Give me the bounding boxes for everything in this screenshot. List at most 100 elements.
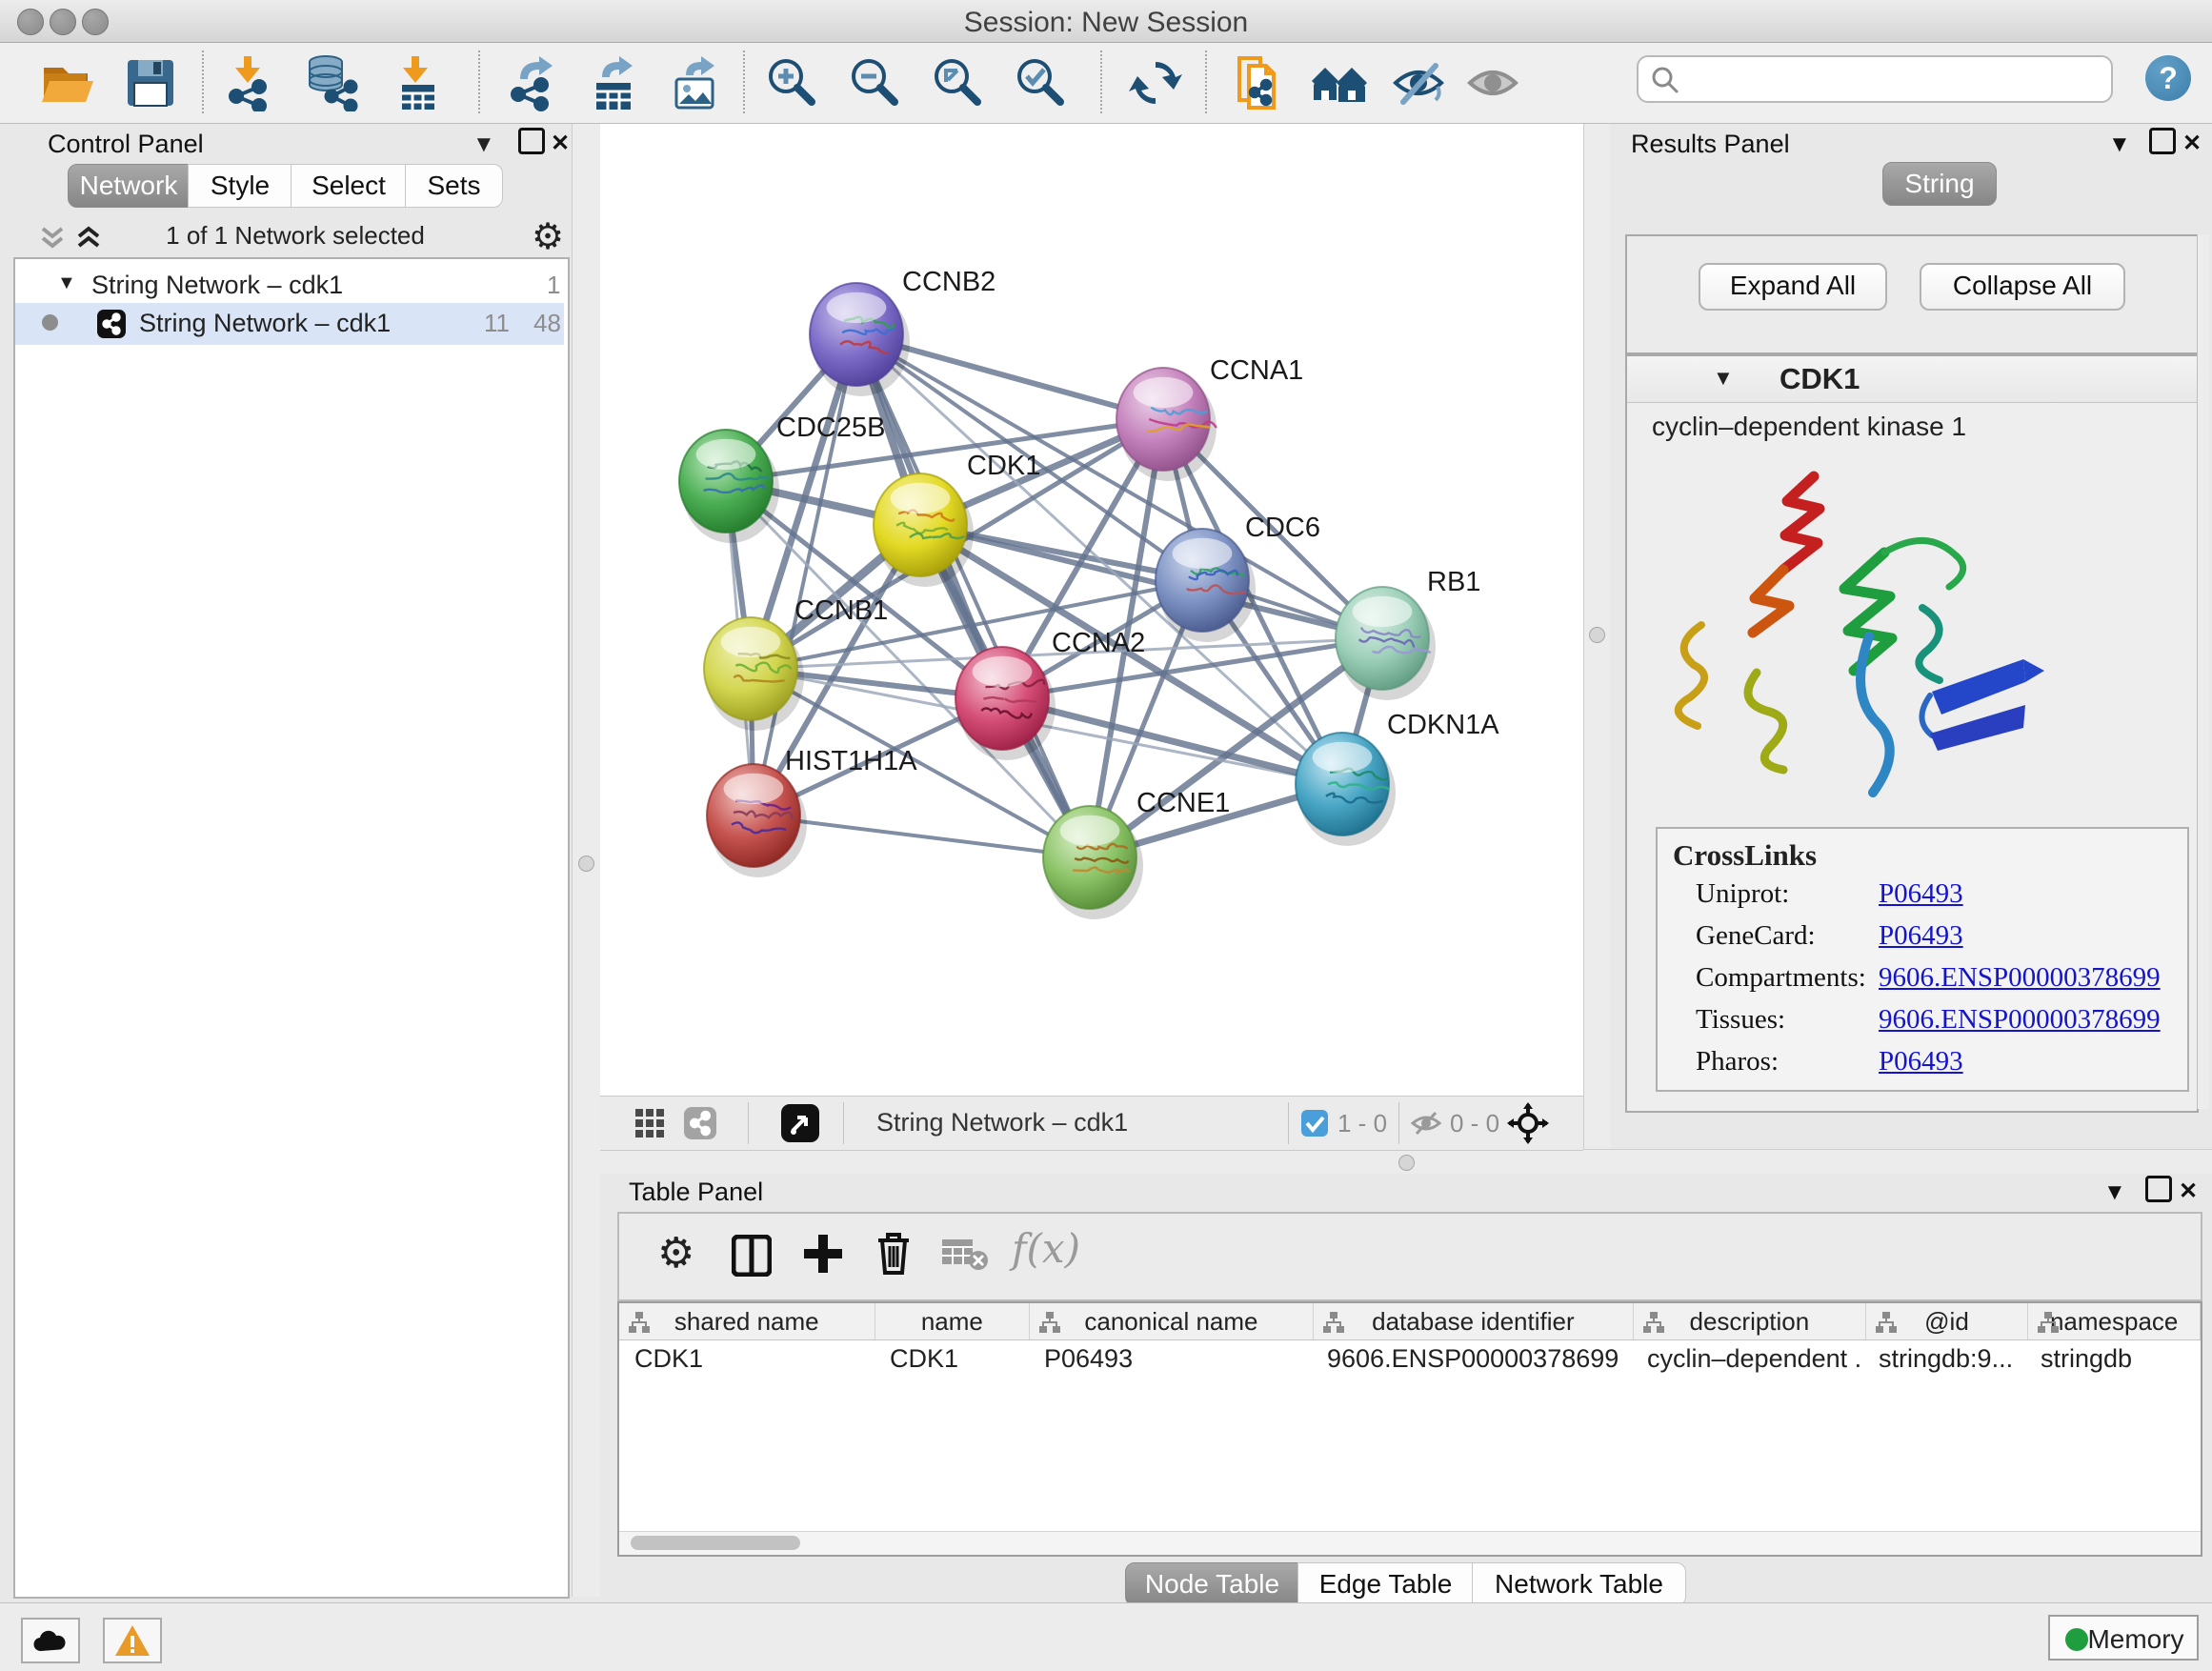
tab-string[interactable]: String bbox=[1882, 162, 1997, 206]
memory-button[interactable]: Memory bbox=[2048, 1615, 2199, 1661]
zoom-selected-icon[interactable] bbox=[1011, 54, 1068, 111]
table-hscrollbar-thumb[interactable] bbox=[631, 1536, 800, 1550]
column-header-canonical-name[interactable]: canonical name bbox=[1030, 1303, 1313, 1339]
table-gear-icon[interactable]: ⚙ bbox=[657, 1229, 694, 1278]
grid-view-icon[interactable] bbox=[634, 1108, 665, 1143]
fit-content-icon[interactable] bbox=[928, 54, 985, 111]
network-canvas[interactable]: CCNB2CCNA1CDC25BCDK1CDC6RB1CCNB1CCNA2CDK… bbox=[600, 124, 1583, 1096]
delete-table-icon[interactable] bbox=[941, 1238, 989, 1276]
table-cell[interactable]: cyclin–dependent ... bbox=[1632, 1339, 1863, 1378]
table-cell[interactable]: CDK1 bbox=[875, 1339, 1029, 1378]
import-network-from-database-icon[interactable] bbox=[303, 54, 360, 111]
protein-header[interactable]: ▼ CDK1 bbox=[1627, 356, 2197, 403]
table-cell[interactable]: stringdb:9... bbox=[1863, 1339, 2025, 1378]
import-network-from-file-icon[interactable] bbox=[221, 54, 278, 111]
tab-network[interactable]: Network bbox=[68, 164, 190, 208]
column-header-description[interactable]: description bbox=[1634, 1303, 1866, 1339]
collapse-panel-icon[interactable]: ▼ bbox=[473, 131, 495, 158]
delete-column-icon[interactable] bbox=[875, 1231, 913, 1281]
zoom-in-icon[interactable] bbox=[762, 54, 819, 111]
crosslink-value-link[interactable]: P06493 bbox=[1879, 1046, 1963, 1077]
table-cell[interactable]: CDK1 bbox=[619, 1339, 875, 1378]
node-CCNE1[interactable]: CCNE1 bbox=[1043, 788, 1230, 919]
collapse-all-icon[interactable] bbox=[38, 223, 67, 256]
column-header-database-identifier[interactable]: database identifier bbox=[1314, 1303, 1634, 1339]
right-splitter-handle[interactable] bbox=[1589, 627, 1605, 643]
left-splitter-handle[interactable] bbox=[578, 856, 594, 872]
results-scrollbar[interactable] bbox=[2197, 234, 2209, 1109]
collapse-all-button[interactable]: Collapse All bbox=[1920, 263, 2125, 311]
table-row[interactable]: CDK1CDK1P064939606.ENSP00000378699cyclin… bbox=[619, 1339, 2201, 1378]
show-all-icon[interactable] bbox=[1464, 54, 1521, 111]
tab-style[interactable]: Style bbox=[188, 164, 292, 208]
right-splitter[interactable] bbox=[1583, 124, 1612, 1149]
houses-icon[interactable] bbox=[1310, 54, 1367, 111]
collapse-panel-icon[interactable]: ▼ bbox=[2103, 1179, 2126, 1206]
table-cell[interactable]: 9606.ENSP00000378699 bbox=[1312, 1339, 1632, 1378]
table-cell[interactable]: P06493 bbox=[1029, 1339, 1312, 1378]
float-panel-icon[interactable] bbox=[2145, 1176, 2172, 1202]
export-network-icon[interactable] bbox=[503, 54, 560, 111]
table-cell[interactable]: stringdb bbox=[2025, 1339, 2197, 1378]
tab-node-table[interactable]: Node Table bbox=[1125, 1562, 1299, 1606]
edge-CCNB2-CCNE1[interactable] bbox=[856, 334, 1090, 857]
clone-network-icon[interactable] bbox=[1230, 54, 1287, 111]
search-input[interactable] bbox=[1688, 61, 2101, 95]
tab-sets[interactable]: Sets bbox=[405, 164, 503, 208]
column-header-name[interactable]: name bbox=[875, 1303, 1031, 1339]
node-RB1[interactable]: RB1 bbox=[1336, 567, 1480, 700]
network-collection-row[interactable]: ▼ String Network – cdk1 1 bbox=[15, 265, 564, 307]
float-panel-icon[interactable] bbox=[518, 128, 545, 154]
warning-status-button[interactable] bbox=[103, 1618, 162, 1663]
tab-edge-table[interactable]: Edge Table bbox=[1297, 1562, 1474, 1606]
function-builder-icon[interactable]: f(x) bbox=[1012, 1225, 1080, 1272]
open-session-icon[interactable] bbox=[38, 54, 95, 111]
close-panel-icon[interactable]: ✕ bbox=[2182, 130, 2202, 157]
node-CDKN1A[interactable]: CDKN1A bbox=[1296, 710, 1499, 846]
export-image-icon[interactable] bbox=[667, 54, 724, 111]
bottom-splitter-handle[interactable] bbox=[1398, 1155, 1415, 1171]
expand-all-icon[interactable] bbox=[74, 223, 103, 256]
hide-selected-icon[interactable] bbox=[1390, 54, 1447, 111]
expand-all-button[interactable]: Expand All bbox=[1699, 263, 1887, 311]
selected-checkbox-icon[interactable] bbox=[1301, 1110, 1328, 1141]
birdseye-view-icon[interactable] bbox=[781, 1104, 819, 1147]
network-row-selected[interactable]: String Network – cdk1 11 48 bbox=[15, 303, 564, 345]
refresh-view-icon[interactable] bbox=[1127, 54, 1184, 111]
save-session-icon[interactable] bbox=[122, 54, 179, 111]
pan-crosshair-icon[interactable] bbox=[1507, 1102, 1549, 1149]
close-panel-icon[interactable]: ✕ bbox=[2179, 1178, 2198, 1205]
network-options-gear-icon[interactable]: ⚙ bbox=[532, 215, 564, 258]
collection-expander-icon[interactable]: ▼ bbox=[57, 272, 76, 294]
crosslink-value-link[interactable]: 9606.ENSP00000378699 bbox=[1879, 1004, 2161, 1036]
node-HIST1H1A[interactable]: HIST1H1A bbox=[707, 746, 917, 877]
tab-select[interactable]: Select bbox=[291, 164, 407, 208]
left-splitter[interactable] bbox=[572, 124, 602, 1597]
column-header--id[interactable]: @id bbox=[1866, 1303, 2029, 1339]
column-header-shared-name[interactable]: shared name bbox=[619, 1303, 875, 1339]
node-CDC6[interactable]: CDC6 bbox=[1156, 513, 1320, 642]
float-panel-icon[interactable] bbox=[2149, 128, 2176, 154]
column-header-namespace[interactable]: namespace bbox=[2028, 1303, 2201, 1339]
hidden-eye-icon[interactable] bbox=[1410, 1109, 1442, 1142]
crosslink-value-link[interactable]: P06493 bbox=[1879, 920, 1963, 952]
zoom-out-icon[interactable] bbox=[845, 54, 902, 111]
cloud-status-button[interactable] bbox=[21, 1618, 80, 1663]
show-columns-icon[interactable] bbox=[732, 1235, 772, 1281]
close-panel-icon[interactable]: ✕ bbox=[551, 130, 570, 157]
protein-expander-icon[interactable]: ▼ bbox=[1713, 366, 1734, 391]
export-table-icon[interactable] bbox=[585, 54, 642, 111]
help-button[interactable]: ? bbox=[2145, 55, 2191, 101]
node-CCNA1[interactable]: CCNA1 bbox=[1116, 355, 1303, 481]
import-table-from-file-icon[interactable] bbox=[389, 54, 446, 111]
network-graph[interactable]: CCNB2CCNA1CDC25BCDK1CDC6RB1CCNB1CCNA2CDK… bbox=[600, 124, 1583, 1096]
bottom-splitter[interactable] bbox=[600, 1149, 2212, 1176]
collapse-panel-icon[interactable]: ▼ bbox=[2108, 131, 2131, 158]
edge-CCNB2-HIST1H1A[interactable] bbox=[754, 334, 856, 815]
tab-network-table[interactable]: Network Table bbox=[1472, 1562, 1686, 1606]
table-hscrollbar[interactable] bbox=[619, 1531, 2201, 1555]
add-column-icon[interactable] bbox=[802, 1233, 844, 1279]
crosslink-value-link[interactable]: P06493 bbox=[1879, 878, 1963, 910]
crosslink-value-link[interactable]: 9606.ENSP00000378699 bbox=[1879, 962, 2161, 994]
network-style-icon[interactable] bbox=[684, 1107, 716, 1144]
